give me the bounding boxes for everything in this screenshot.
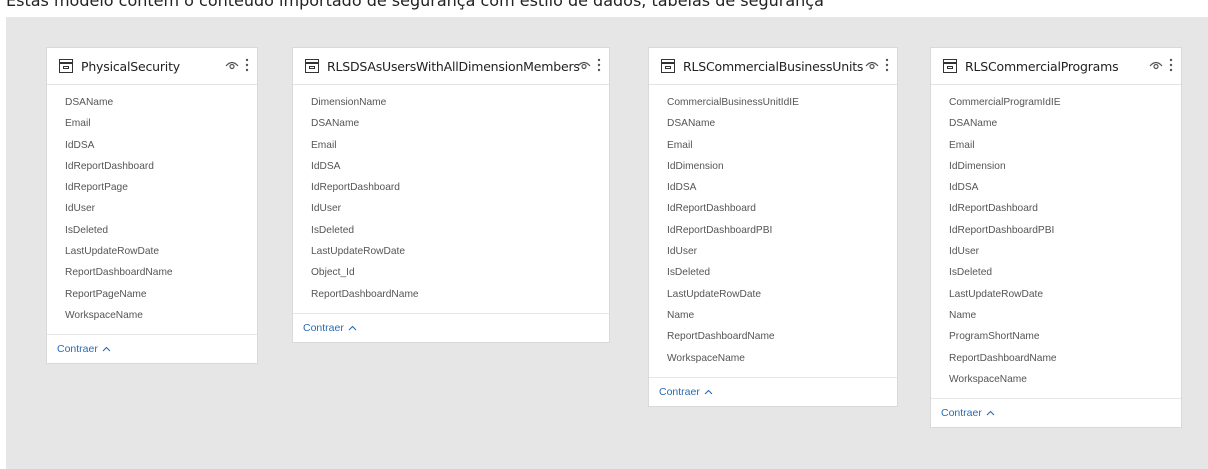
table-card-rlscommercialbusinessunits[interactable]: RLSCommercialBusinessUnits CommercialBus… [648, 47, 898, 407]
field-item[interactable]: Email [949, 135, 1181, 156]
chevron-up-icon [102, 346, 111, 352]
field-item[interactable]: IdDSA [65, 135, 257, 156]
field-item[interactable]: WorkspaceName [949, 369, 1181, 390]
eye-icon[interactable] [577, 59, 591, 71]
field-item[interactable]: IdReportPage [65, 177, 257, 198]
table-card-rlscommercialprograms[interactable]: RLSCommercialPrograms CommercialProgramI… [930, 47, 1182, 429]
field-item[interactable]: IdDSA [311, 156, 609, 177]
eye-icon[interactable] [225, 59, 239, 71]
field-item[interactable]: LastUpdateRowDate [949, 284, 1181, 305]
table-icon [305, 59, 319, 73]
collapse-button[interactable]: Contraer [303, 322, 357, 334]
field-item[interactable]: IdDimension [949, 156, 1181, 177]
field-list: CommercialBusinessUnitIdIE DSAName Email… [649, 85, 897, 377]
field-item[interactable]: ReportDashboardName [949, 348, 1181, 369]
collapse-button[interactable]: Contraer [941, 407, 995, 419]
collapse-label: Contraer [941, 407, 982, 420]
collapse-button[interactable]: Contraer [57, 343, 111, 355]
collapse-label: Contraer [303, 321, 344, 334]
table-card-header[interactable]: RLSDSAsUsersWithAllDimensionMembers [293, 48, 609, 85]
more-options-icon[interactable] [885, 58, 889, 72]
field-item[interactable]: Email [311, 135, 609, 156]
field-item[interactable]: IdReportDashboard [667, 198, 897, 219]
table-name: RLSCommercialPrograms [965, 58, 1119, 74]
field-item[interactable]: IsDeleted [311, 220, 609, 241]
field-item[interactable]: DSAName [949, 113, 1181, 134]
field-item[interactable]: CommercialBusinessUnitIdIE [667, 92, 897, 113]
field-item[interactable]: IdUser [311, 198, 609, 219]
field-item[interactable]: Email [65, 113, 257, 134]
intro-text: Estas modelo contém o conteúdo importado… [6, 0, 824, 10]
field-item[interactable]: IdReportDashboardPBI [667, 220, 897, 241]
field-item[interactable]: LastUpdateRowDate [311, 241, 609, 262]
field-item[interactable]: Email [667, 135, 897, 156]
more-options-icon[interactable] [245, 58, 249, 72]
field-item[interactable]: IdReportDashboard [65, 156, 257, 177]
table-name: RLSCommercialBusinessUnits [683, 58, 864, 74]
field-item[interactable]: ProgramShortName [949, 326, 1181, 347]
table-icon [661, 59, 675, 73]
field-item[interactable]: Name [667, 305, 897, 326]
field-item[interactable]: WorkspaceName [65, 305, 257, 326]
field-item[interactable]: LastUpdateRowDate [65, 241, 257, 262]
table-card-rlsdsasuserswithalldimensionmembers[interactable]: RLSDSAsUsersWithAllDimensionMembers Dime… [292, 47, 610, 343]
field-list: DimensionName DSAName Email IdDSA IdRepo… [293, 85, 609, 313]
field-list: CommercialProgramIdIE DSAName Email IdDi… [931, 85, 1181, 398]
field-item[interactable]: DSAName [667, 113, 897, 134]
card-footer: Contraer [649, 376, 897, 406]
collapse-label: Contraer [57, 343, 98, 356]
collapse-button[interactable]: Contraer [659, 386, 713, 398]
eye-icon[interactable] [1149, 59, 1163, 71]
field-item[interactable]: ReportDashboardName [65, 262, 257, 283]
field-item[interactable]: ReportDashboardName [311, 284, 609, 305]
card-footer: Contraer [931, 398, 1181, 427]
card-footer: Contraer [293, 312, 609, 342]
field-item[interactable]: IdUser [65, 198, 257, 219]
eye-icon[interactable] [865, 59, 879, 71]
model-canvas[interactable]: PhysicalSecurity DSAName Email IdDSA IdR… [6, 17, 1208, 469]
table-card-header[interactable]: RLSCommercialBusinessUnits [649, 48, 897, 85]
field-item[interactable]: IdReportDashboardPBI [949, 220, 1181, 241]
field-item[interactable]: DimensionName [311, 92, 609, 113]
more-options-icon[interactable] [1169, 58, 1173, 72]
field-item[interactable]: IdReportDashboard [311, 177, 609, 198]
chevron-up-icon [704, 389, 713, 395]
field-item[interactable]: IsDeleted [667, 262, 897, 283]
field-item[interactable]: IdDSA [667, 177, 897, 198]
table-name: PhysicalSecurity [81, 58, 180, 74]
table-card-header[interactable]: RLSCommercialPrograms [931, 48, 1181, 85]
table-card-header[interactable]: PhysicalSecurity [47, 48, 257, 85]
field-item[interactable]: Name [949, 305, 1181, 326]
card-footer: Contraer [47, 334, 257, 363]
field-item[interactable]: CommercialProgramIdIE [949, 92, 1181, 113]
field-item[interactable]: DSAName [311, 113, 609, 134]
field-item[interactable]: IdDSA [949, 177, 1181, 198]
chevron-up-icon [348, 325, 357, 331]
field-item[interactable]: IsDeleted [949, 262, 1181, 283]
field-item[interactable]: Object_Id [311, 262, 609, 283]
more-options-icon[interactable] [597, 58, 601, 72]
collapse-label: Contraer [659, 385, 700, 398]
field-item[interactable]: IdReportDashboard [949, 198, 1181, 219]
table-icon [943, 59, 957, 73]
field-item[interactable]: ReportDashboardName [667, 326, 897, 347]
field-item[interactable]: ReportPageName [65, 284, 257, 305]
chevron-up-icon [986, 410, 995, 416]
field-item[interactable]: IdDimension [667, 156, 897, 177]
field-item[interactable]: LastUpdateRowDate [667, 284, 897, 305]
field-item[interactable]: DSAName [65, 92, 257, 113]
field-item[interactable]: IdUser [667, 241, 897, 262]
table-name: RLSDSAsUsersWithAllDimensionMembers [327, 58, 580, 74]
field-list: DSAName Email IdDSA IdReportDashboard Id… [47, 85, 257, 334]
field-item[interactable]: WorkspaceName [667, 348, 897, 369]
field-item[interactable]: IsDeleted [65, 220, 257, 241]
field-item[interactable]: IdUser [949, 241, 1181, 262]
table-icon [59, 59, 73, 73]
table-card-physicalsecurity[interactable]: PhysicalSecurity DSAName Email IdDSA IdR… [46, 47, 258, 365]
